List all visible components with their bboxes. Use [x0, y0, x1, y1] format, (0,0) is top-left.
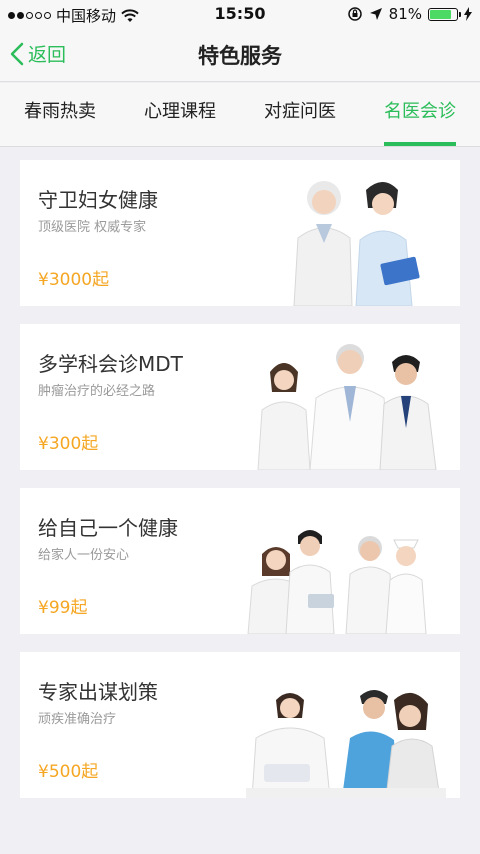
tab-expert-consultation[interactable]: 名医会诊: [360, 83, 480, 146]
card-subtitle: 顽疾准确治疗: [38, 712, 117, 727]
card-subtitle: 给家人一份安心: [38, 548, 130, 563]
chevron-left-icon: [10, 42, 24, 65]
service-card-self-health[interactable]: 给自己一个健康 给家人一份安心 ¥99起: [20, 488, 460, 634]
service-card-mdt[interactable]: 多学科会诊MDT 肿瘤治疗的必经之路 ¥300起: [20, 324, 460, 470]
service-card-womens-health[interactable]: 守卫妇女健康 顶级医院 权威专家 ¥3000起: [20, 160, 460, 306]
card-title: 专家出谋划策: [38, 680, 158, 704]
battery-icon: [428, 7, 461, 21]
back-label: 返回: [28, 44, 67, 66]
card-title: 守卫妇女健康: [38, 188, 158, 212]
location-arrow-icon: [369, 8, 382, 20]
status-bar: 中国移动 15:50 81%: [0, 0, 480, 28]
orientation-lock-icon: [347, 7, 362, 21]
card-title: 给自己一个健康: [38, 516, 178, 540]
doctor-team-illustration: [257, 344, 437, 470]
nav-bar: 返回 特色服务: [0, 28, 480, 82]
card-subtitle: 顶级医院 权威专家: [38, 220, 147, 235]
card-price: ¥99起: [38, 598, 88, 618]
card-price: ¥300起: [38, 434, 99, 454]
service-card-expert-advice[interactable]: 专家出谋划策 顽疾准确治疗 ¥500起: [20, 652, 460, 798]
card-price: ¥3000起: [38, 270, 110, 290]
status-right: 81%: [347, 5, 472, 23]
doctor-and-patient-illustration: [293, 181, 420, 306]
service-list: 守卫妇女健康 顶级医院 权威专家 ¥3000起 多学科会诊MDT 肿瘤治疗的必经…: [20, 160, 460, 816]
back-button[interactable]: 返回: [10, 40, 66, 67]
card-title: 多学科会诊MDT: [38, 352, 183, 376]
card-price: ¥500起: [38, 762, 99, 782]
card-subtitle: 肿瘤治疗的必经之路: [38, 384, 156, 399]
page-title: 特色服务: [198, 44, 282, 68]
battery-percent: 81%: [388, 5, 422, 23]
tab-chunyu-hot[interactable]: 春雨热卖: [0, 83, 120, 146]
tab-bar: 春雨热卖 心理课程 对症问医 名医会诊: [0, 83, 480, 147]
consultation-illustration: [246, 690, 446, 798]
tab-psychology-courses[interactable]: 心理课程: [120, 83, 240, 146]
medical-staff-illustration: [247, 530, 427, 634]
charging-icon: [464, 7, 472, 21]
tab-symptom-consult[interactable]: 对症问医: [240, 83, 360, 146]
